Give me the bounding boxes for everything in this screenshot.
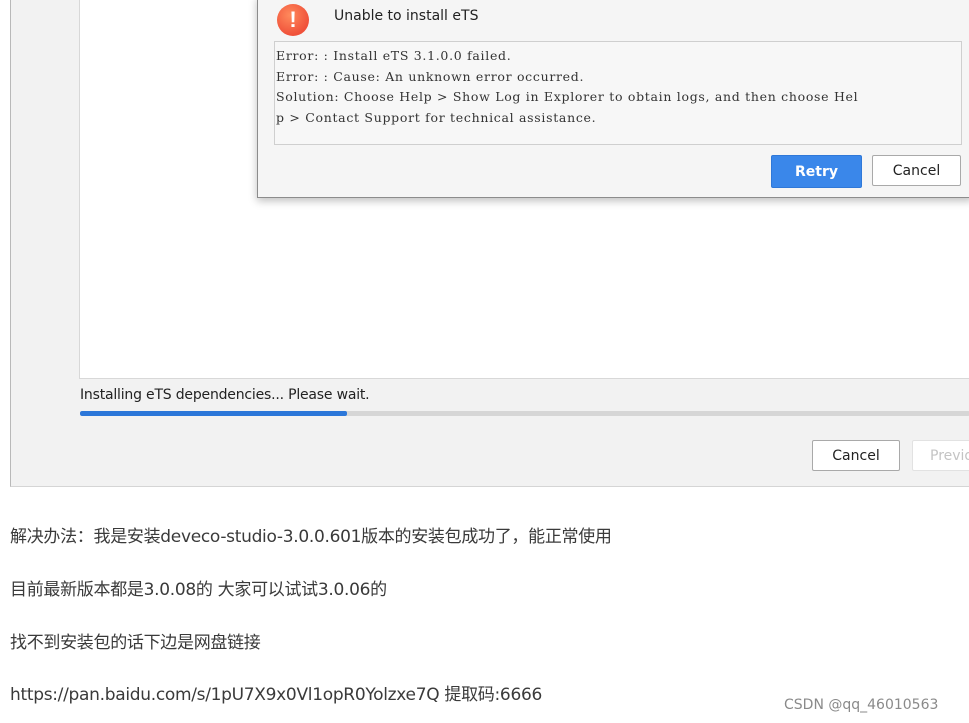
error-line: Error: : Cause: An unknown error occurre… bbox=[276, 68, 585, 84]
error-dialog: ! Unable to install eTS Error: : Install… bbox=[257, 0, 969, 198]
error-details-box: Error: : Install eTS 3.1.0.0 failed. Err… bbox=[274, 41, 962, 145]
wizard-previous-button[interactable]: Previous bbox=[912, 440, 969, 471]
download-link-text[interactable]: https://pan.baidu.com/s/1pU7X9x0Vl1opR0Y… bbox=[10, 680, 542, 705]
install-progress-fill bbox=[80, 411, 347, 416]
article-paragraph: 找不到安装包的话下边是网盘链接 bbox=[10, 633, 261, 653]
retry-button[interactable]: Retry bbox=[771, 155, 862, 188]
install-progress-bar bbox=[80, 411, 969, 416]
error-line: Error: : Install eTS 3.1.0.0 failed. bbox=[276, 48, 512, 63]
dialog-cancel-button[interactable]: Cancel bbox=[872, 155, 961, 186]
error-line: p > Contact Support for technical assist… bbox=[276, 109, 597, 125]
article-paragraph: 解决办法：我是安装deveco-studio-3.0.0.601版本的安装包成功… bbox=[10, 527, 612, 547]
install-status-text: Installing eTS dependencies... Please wa… bbox=[80, 387, 370, 403]
dialog-title: Unable to install eTS bbox=[334, 8, 479, 24]
csdn-watermark: CSDN @qq_46010563 bbox=[784, 697, 939, 713]
error-line: Solution: Choose Help > Show Log in Expl… bbox=[276, 89, 859, 104]
wizard-cancel-button[interactable]: Cancel bbox=[812, 440, 900, 471]
article-paragraph: 目前最新版本都是3.0.08的 大家可以试试3.0.06的 bbox=[10, 580, 387, 600]
warning-icon: ! bbox=[277, 4, 309, 36]
